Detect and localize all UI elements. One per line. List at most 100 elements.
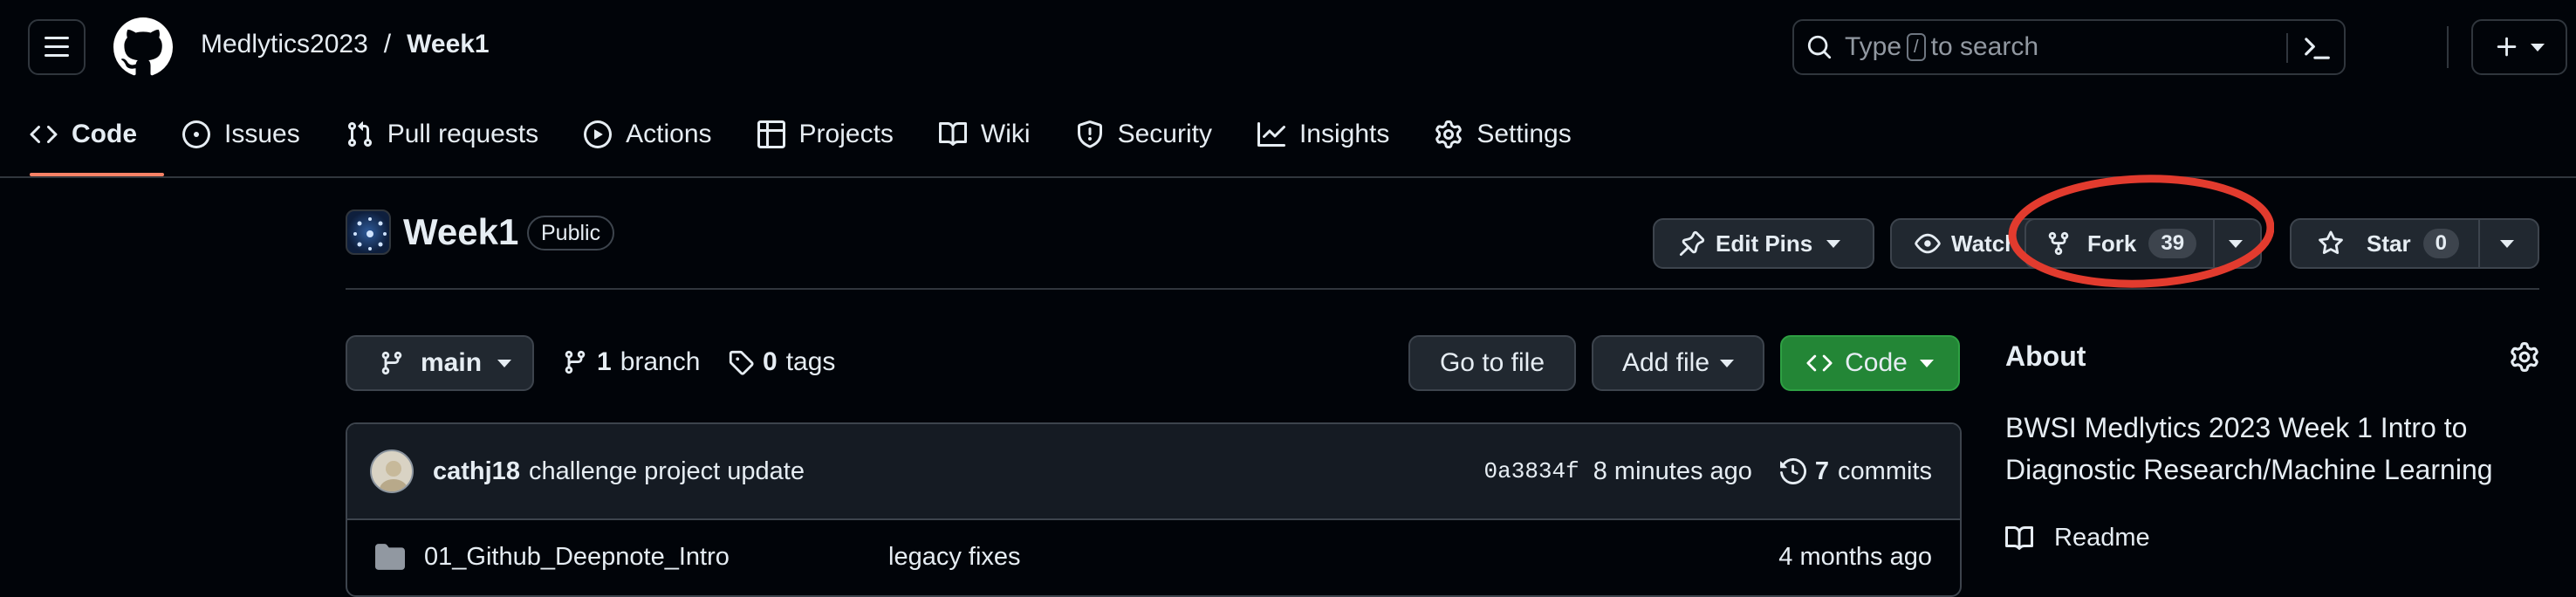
search-shortcut-key: / (1907, 33, 1926, 61)
tag-icon (728, 349, 754, 375)
search-input[interactable]: Type / to search (1792, 19, 2346, 75)
history-icon (1779, 458, 1806, 484)
watch-label: Watch (1951, 230, 2019, 257)
create-new-button[interactable] (2471, 19, 2567, 75)
hamburger-menu-button[interactable] (28, 19, 86, 75)
latest-commit-row: cathj18 challenge project update 0a3834f… (347, 424, 1960, 520)
commit-message[interactable]: challenge project update (529, 457, 805, 486)
git-branch-icon (379, 350, 405, 376)
tab-projects[interactable]: Projects (757, 110, 894, 159)
title-divider (346, 288, 2539, 290)
chevron-down-icon (1826, 239, 1841, 248)
go-to-file-button[interactable]: Go to file (1408, 335, 1576, 391)
file-name[interactable]: 01_Github_Deepnote_Intro (424, 543, 888, 572)
branch-label: branch (620, 347, 701, 376)
breadcrumb: Medlytics2023 / Week1 (201, 30, 490, 59)
tab-actions-label: Actions (626, 120, 712, 148)
branches-link[interactable]: 1 branch (562, 347, 700, 377)
tab-security[interactable]: Security (1076, 110, 1212, 159)
table-icon (757, 120, 785, 148)
breadcrumb-owner-link[interactable]: Medlytics2023 (201, 30, 368, 59)
star-button-group: Star 0 (2290, 218, 2539, 269)
file-commit-message[interactable]: legacy fixes (888, 543, 1021, 572)
file-commit-time: 4 months ago (1778, 542, 1932, 571)
active-tab-indicator (30, 173, 164, 176)
add-file-label: Add file (1621, 348, 1710, 377)
tab-code-label: Code (72, 120, 137, 148)
tab-actions[interactable]: Actions (584, 110, 712, 159)
tag-label: tags (785, 347, 836, 376)
breadcrumb-repo-link[interactable]: Week1 (407, 30, 490, 59)
list-item[interactable]: 01_Github_Deepnote_Intro legacy fixes 4 … (347, 520, 1960, 594)
tags-link[interactable]: 0 tags (728, 347, 835, 377)
repo-forked-icon (2045, 230, 2072, 257)
commit-count: 7 (1814, 456, 1830, 485)
graph-icon (1257, 120, 1285, 148)
global-header: Medlytics2023 / Week1 Type / to search C… (0, 0, 2576, 178)
tab-wiki[interactable]: Wiki (938, 110, 1031, 159)
star-button[interactable]: Star 0 (2292, 220, 2477, 267)
star-count: 0 (2422, 229, 2459, 258)
command-palette-icon[interactable] (2302, 33, 2332, 63)
commit-author[interactable]: cathj18 (433, 457, 520, 486)
commit-sha[interactable]: 0a3834f (1484, 458, 1579, 484)
tab-code[interactable]: Code (30, 110, 137, 159)
star-button-divider (2478, 220, 2480, 267)
edit-pins-button[interactable]: Edit Pins (1653, 218, 1874, 269)
tag-count: 0 (763, 347, 778, 376)
github-logo-icon[interactable] (113, 17, 173, 77)
tab-settings[interactable]: Settings (1435, 110, 1572, 159)
book-icon (2005, 525, 2033, 552)
breadcrumb-separator: / (383, 30, 392, 58)
commits-link[interactable]: 7 commits (1779, 456, 1932, 486)
star-label: Star (2367, 230, 2411, 257)
plus-icon (2494, 34, 2520, 60)
go-to-file-label: Go to file (1439, 348, 1545, 377)
tab-issues-label: Issues (224, 120, 300, 148)
code-button[interactable]: Code (1780, 335, 1960, 391)
fork-button-divider (2213, 220, 2215, 267)
gear-icon[interactable] (2510, 342, 2539, 372)
tab-pull-requests-label: Pull requests (387, 120, 539, 148)
search-icon (1806, 34, 1833, 60)
git-pull-request-icon (346, 120, 373, 148)
file-browser: cathj18 challenge project update 0a3834f… (346, 422, 1962, 597)
star-icon (2318, 230, 2344, 257)
folder-icon (375, 542, 405, 572)
pin-icon (1679, 230, 1705, 257)
avatar[interactable] (370, 449, 414, 493)
chevron-down-icon (497, 359, 512, 367)
chevron-down-icon (2229, 239, 2244, 248)
repo-nav: Code Issues Pull requests Actions Projec… (30, 110, 1617, 159)
chevron-down-icon (1919, 359, 1934, 367)
repo-owner-avatar[interactable] (346, 209, 391, 255)
repo-title[interactable]: Week1 (403, 211, 518, 253)
menu-icon (45, 37, 69, 57)
readme-link[interactable]: Readme (2005, 524, 2150, 552)
tab-issues[interactable]: Issues (182, 110, 300, 159)
tab-wiki-label: Wiki (980, 120, 1031, 148)
tab-settings-label: Settings (1476, 120, 1572, 148)
tab-pull-requests[interactable]: Pull requests (346, 110, 538, 159)
about-heading: About (2005, 340, 2086, 372)
repo-description: BWSI Medlytics 2023 Week 1 Intro to Diag… (2005, 412, 2493, 485)
star-dropdown-button[interactable] (2477, 220, 2538, 267)
add-file-button[interactable]: Add file (1592, 335, 1764, 391)
fork-button-group: Fork 39 (2024, 218, 2262, 269)
commit-time: 8 minutes ago (1593, 456, 1752, 485)
eye-icon (1915, 230, 1941, 257)
commit-label: commits (1838, 456, 1932, 485)
chevron-down-icon (2500, 239, 2515, 248)
tab-insights[interactable]: Insights (1257, 110, 1389, 159)
gear-icon (1435, 120, 1463, 148)
fork-button[interactable]: Fork 39 (2026, 220, 2211, 267)
code-icon (30, 120, 58, 148)
branch-select-button[interactable]: main (346, 335, 534, 391)
chevron-down-icon (1720, 359, 1735, 367)
tab-insights-label: Insights (1298, 120, 1390, 148)
issue-opened-icon (182, 120, 210, 148)
visibility-badge: Public (527, 216, 615, 250)
git-branch-icon (562, 349, 588, 375)
fork-dropdown-button[interactable] (2211, 220, 2260, 267)
search-divider (2286, 33, 2288, 63)
